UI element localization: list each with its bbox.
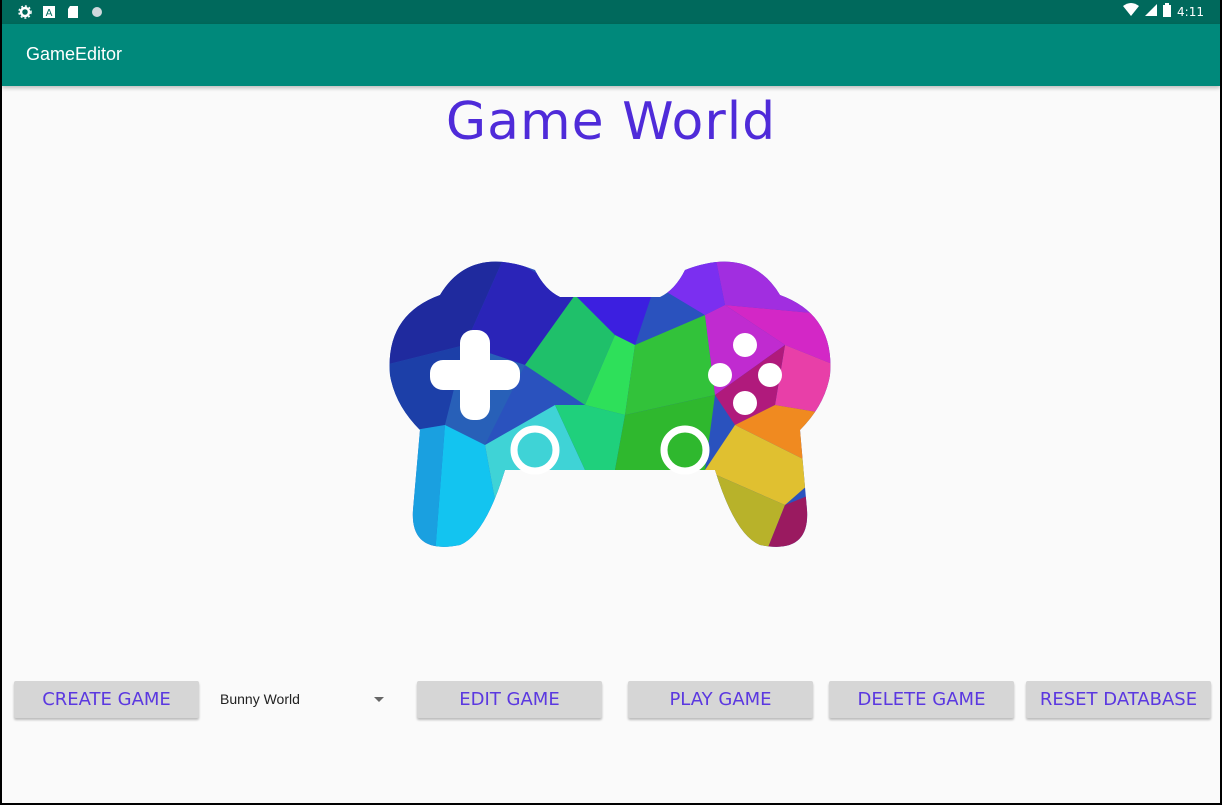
app-screen: A 4:11 GameEditor Game World CREATE GAME…: [2, 0, 1220, 803]
sd-card-icon: [66, 4, 80, 18]
app-title: GameEditor: [26, 44, 123, 64]
dropdown-arrow-icon: [374, 697, 384, 702]
status-bar: A 4:11: [2, 0, 1220, 24]
create-game-button[interactable]: CREATE GAME: [14, 681, 199, 718]
gear-icon: [18, 4, 32, 19]
circle-icon: [90, 4, 104, 18]
reset-database-button[interactable]: RESET DATABASE: [1026, 681, 1211, 718]
status-icons-right: 4:11: [1123, 3, 1204, 20]
status-time: 4:11: [1177, 4, 1204, 19]
play-game-button[interactable]: PLAY GAME: [628, 681, 813, 718]
gamepad-icon: [385, 255, 835, 555]
status-icons-left: A: [18, 4, 104, 19]
game-select-dropdown[interactable]: Bunny World: [212, 681, 394, 718]
svg-text:A: A: [46, 8, 53, 19]
game-select-value: Bunny World: [220, 691, 300, 707]
edit-game-button[interactable]: EDIT GAME: [417, 681, 602, 718]
battery-icon: [1163, 3, 1172, 20]
delete-game-button[interactable]: DELETE GAME: [829, 681, 1014, 718]
a-icon: A: [42, 4, 56, 19]
wifi-icon: [1123, 3, 1140, 20]
signal-icon: [1145, 3, 1158, 20]
page-title: Game World: [445, 92, 777, 152]
app-bar: GameEditor: [2, 24, 1220, 86]
